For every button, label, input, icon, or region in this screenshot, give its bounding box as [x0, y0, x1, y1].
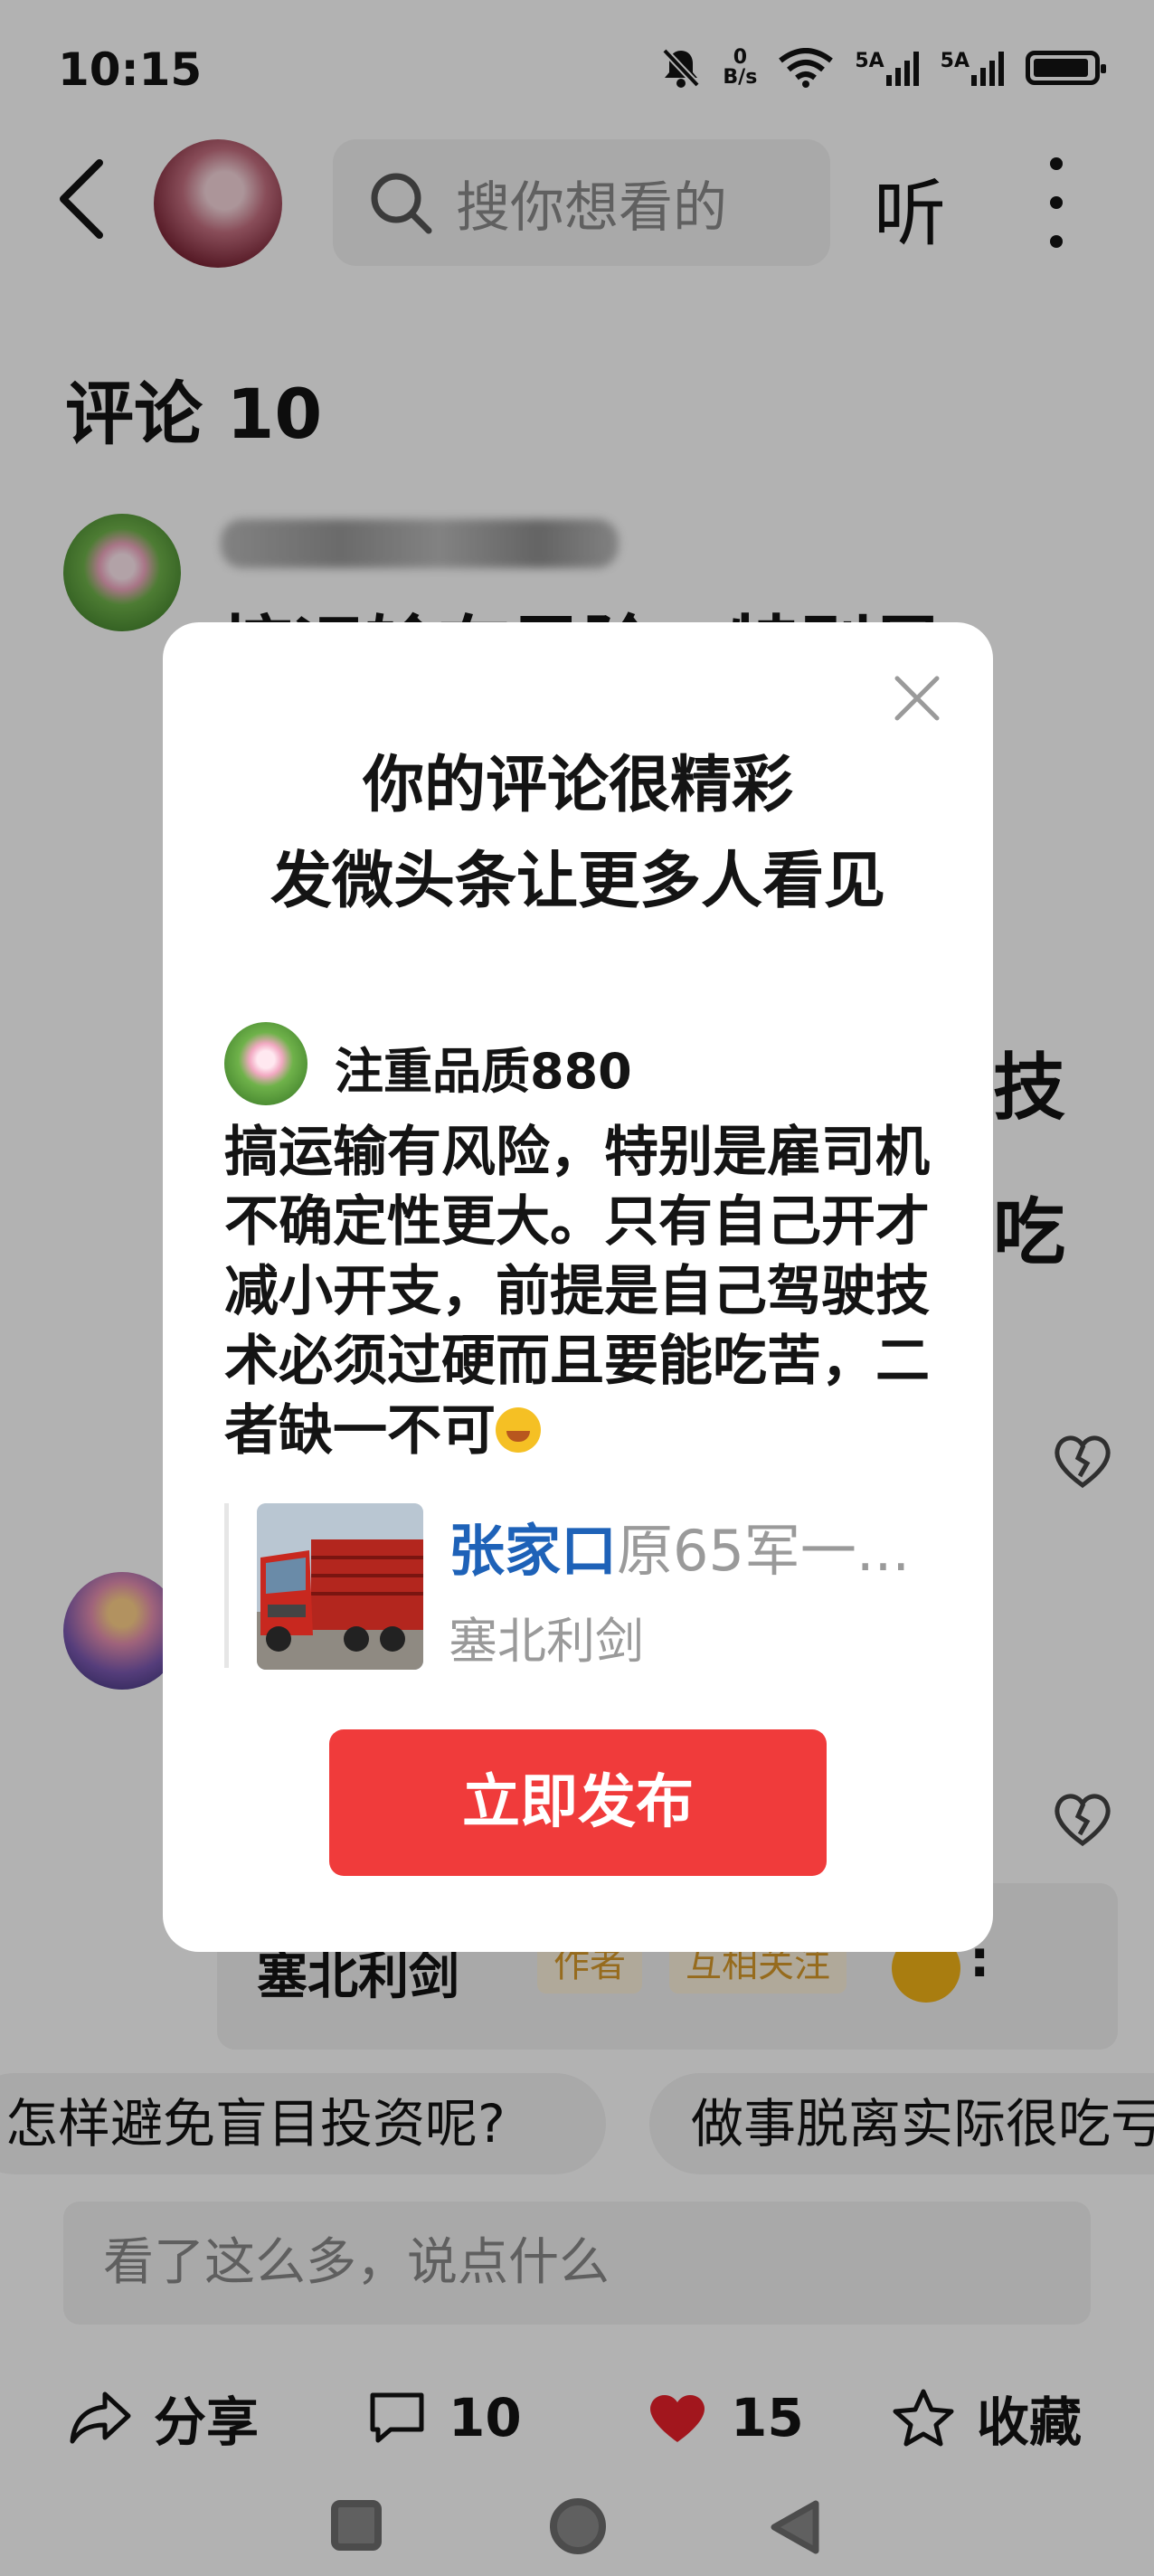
article-title-rest: 原65军一...	[617, 1518, 911, 1584]
quote-divider	[224, 1503, 229, 1668]
comment-preview: 搞运输有风险，特别是雇司机不确定性更大。只有自己开才减小开支，前提是自己驾驶技术…	[224, 1118, 930, 1466]
article-title-highlight: 张家口	[449, 1518, 618, 1584]
user-avatar	[224, 1022, 307, 1105]
article-thumbnail	[257, 1503, 423, 1670]
username: 注重品质880	[335, 1043, 632, 1100]
modal-subtitle: 发微头条让更多人看见	[270, 846, 885, 917]
laughing-emoji-icon	[496, 1407, 541, 1453]
truck-image	[257, 1503, 423, 1670]
comment-text: 搞运输有风险，特别是雇司机不确定性更大。只有自己开才减小开支，前提是自己驾驶技术…	[224, 1121, 930, 1463]
close-icon[interactable]	[892, 673, 942, 724]
publish-button[interactable]: 立即发布	[329, 1729, 827, 1876]
article-title[interactable]: 张家口原65军一...	[449, 1505, 937, 1586]
share-prompt-modal: 你的评论很精彩 发微头条让更多人看见 注重品质880 搞运输有风险，特别是雇司机…	[163, 622, 993, 1952]
modal-title: 你的评论很精彩	[362, 750, 793, 821]
article-author: 塞北利剑	[449, 1613, 644, 1670]
